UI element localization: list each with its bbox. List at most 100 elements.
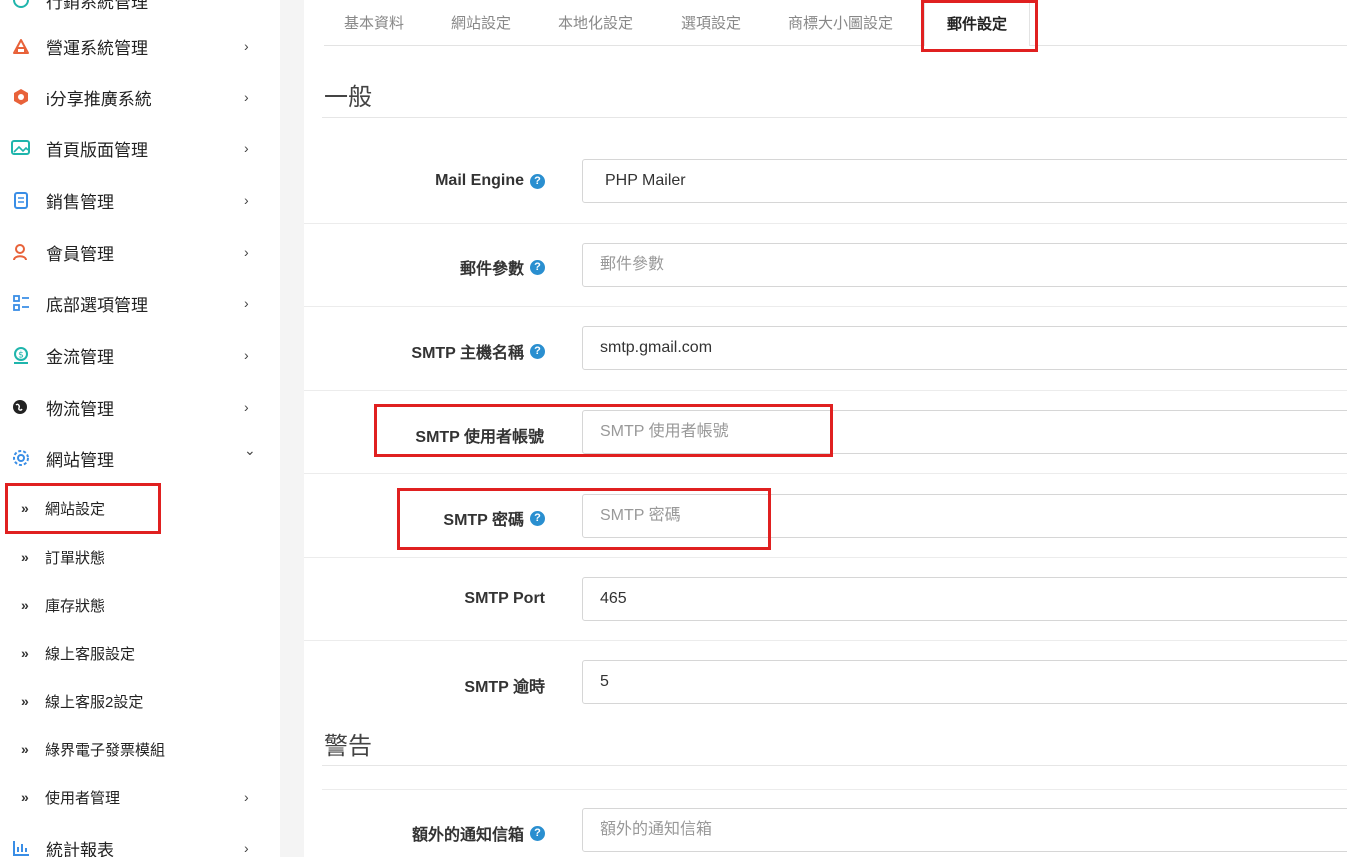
list-icon	[10, 292, 32, 314]
field-label-mail-params: 郵件參數 ?	[460, 255, 545, 279]
smtp-password-field[interactable]	[582, 494, 1347, 538]
sidebar-item-label: 底部選項管理	[46, 295, 148, 315]
svg-text:$: $	[18, 351, 24, 361]
chevron-down-icon: ⌄	[244, 442, 256, 458]
divider	[304, 557, 1347, 558]
smtp-host-field[interactable]	[582, 326, 1347, 370]
sidebar-item-website[interactable]: 網站管理 ⌄	[0, 436, 280, 480]
sidebar-item-label: 金流管理	[46, 347, 114, 367]
sidebar-item-label: i分享推廣系統	[46, 89, 152, 109]
sidebar-item-payments[interactable]: $ 金流管理 ›	[0, 333, 280, 377]
sidebar-item-label: 物流管理	[46, 399, 114, 419]
double-chevron-icon: »	[21, 500, 29, 516]
double-chevron-icon: »	[21, 597, 29, 613]
double-chevron-icon: »	[21, 549, 29, 565]
sidebar-subitem-label: 線上客服2設定	[45, 693, 144, 711]
gear-icon	[10, 447, 32, 469]
sidebar-item-members[interactable]: 會員管理 ›	[0, 230, 280, 274]
sidebar-item-marketing[interactable]: 行銷系統管理	[0, 0, 280, 22]
chevron-right-icon: ›	[244, 89, 249, 105]
divider	[322, 117, 1347, 118]
field-label-smtp-port: SMTP Port	[464, 590, 545, 607]
extra-alert-emails-field[interactable]	[582, 808, 1347, 852]
smtp-user-field[interactable]	[582, 410, 1347, 454]
main-content: 基本資料 網站設定 本地化設定 選項設定 商標大小圖設定 郵件設定 一般 Mai…	[304, 0, 1347, 857]
tab-localization[interactable]: 本地化設定	[558, 0, 633, 45]
divider	[304, 306, 1347, 307]
sidebar-item-label: 銷售管理	[46, 192, 114, 212]
help-icon[interactable]: ?	[530, 343, 545, 359]
tab-basic-info[interactable]: 基本資料	[344, 0, 404, 45]
tab-mail-settings[interactable]: 郵件設定	[924, 0, 1030, 46]
chevron-right-icon: ›	[244, 399, 249, 415]
sidebar-item-label: 網站管理	[46, 450, 114, 470]
help-icon[interactable]: ?	[530, 510, 545, 526]
help-icon[interactable]: ?	[530, 825, 545, 841]
smtp-timeout-field[interactable]	[582, 660, 1347, 704]
chevron-right-icon: ›	[244, 244, 249, 260]
divider	[322, 765, 1347, 766]
share-icon	[10, 86, 32, 108]
chevron-right-icon: ›	[244, 140, 249, 156]
chevron-right-icon: ›	[244, 347, 249, 363]
chevron-right-icon: ›	[244, 789, 249, 805]
sidebar-item-label: 營運系統管理	[46, 38, 148, 58]
sidebar-subitem-e-invoice[interactable]: » 綠界電子發票模組	[0, 729, 280, 769]
double-chevron-icon: »	[21, 741, 29, 757]
sidebar-item-label: 首頁版面管理	[46, 140, 148, 160]
sidebar-item-label: 行銷系統管理	[46, 0, 148, 12]
mail-engine-field[interactable]	[582, 159, 1347, 203]
sidebar-subitem-label: 使用者管理	[45, 789, 121, 807]
double-chevron-icon: »	[21, 789, 29, 805]
sidebar-item-sales[interactable]: 銷售管理 ›	[0, 178, 280, 222]
sidebar: 行銷系統管理 營運系統管理 › i分享推廣系統 › 首頁版面管理 › 銷售管理 …	[0, 0, 280, 857]
tab-options[interactable]: 選項設定	[681, 0, 741, 45]
sidebar-subitem-label: 庫存狀態	[45, 597, 106, 615]
sidebar-subitem-stock-status[interactable]: » 庫存狀態	[0, 585, 280, 625]
sidebar-subitem-user-management[interactable]: » 使用者管理 ›	[0, 777, 280, 817]
sidebar-subitem-live-support-2[interactable]: » 線上客服2設定	[0, 681, 280, 721]
field-label-mail-engine: Mail Engine ?	[435, 172, 545, 190]
divider	[304, 390, 1347, 391]
sidebar-subitem-site-settings[interactable]: » 網站設定	[0, 488, 280, 528]
divider	[304, 640, 1347, 641]
double-chevron-icon: »	[21, 693, 29, 709]
tab-site-settings[interactable]: 網站設定	[451, 0, 511, 45]
field-label-smtp-password: SMTP 密碼 ?	[443, 506, 545, 530]
section-title-warning: 警告	[324, 733, 372, 760]
help-icon[interactable]: ?	[530, 259, 545, 275]
sidebar-subitem-order-status[interactable]: » 訂單狀態	[0, 537, 280, 577]
sidebar-subitem-label: 網站設定	[45, 500, 106, 518]
double-chevron-icon: »	[21, 645, 29, 661]
smtp-port-field[interactable]	[582, 577, 1347, 621]
marketing-icon	[10, 0, 32, 11]
globe-icon	[10, 396, 32, 418]
sidebar-subitem-label: 訂單狀態	[45, 549, 106, 567]
chevron-right-icon: ›	[244, 840, 249, 856]
sidebar-item-logistics[interactable]: 物流管理 ›	[0, 385, 280, 429]
sidebar-divider	[280, 0, 304, 857]
money-icon: $	[10, 344, 32, 366]
divider	[304, 473, 1347, 474]
chevron-right-icon: ›	[244, 192, 249, 208]
bar-chart-icon	[10, 837, 32, 857]
divider	[304, 223, 1347, 224]
field-label-extra-alert-emails: 額外的通知信箱 ?	[412, 821, 545, 845]
sidebar-item-ishare[interactable]: i分享推廣系統 ›	[0, 75, 280, 119]
sidebar-item-homepage[interactable]: 首頁版面管理 ›	[0, 126, 280, 170]
tab-logo-images[interactable]: 商標大小圖設定	[788, 0, 893, 45]
sidebar-item-footer-options[interactable]: 底部選項管理 ›	[0, 281, 280, 325]
sidebar-item-operations[interactable]: 營運系統管理 ›	[0, 24, 280, 68]
clipboard-icon	[10, 189, 32, 211]
sidebar-item-label: 統計報表	[46, 840, 114, 857]
mail-params-field[interactable]	[582, 243, 1347, 287]
field-label-smtp-user: SMTP 使用者帳號	[415, 429, 544, 446]
sidebar-item-reports[interactable]: 統計報表 ›	[0, 826, 280, 857]
help-icon[interactable]: ?	[530, 173, 545, 189]
chevron-right-icon: ›	[244, 295, 249, 311]
operations-icon	[10, 35, 32, 57]
field-label-smtp-timeout: SMTP 逾時	[464, 679, 545, 696]
sidebar-subitem-label: 線上客服設定	[45, 645, 136, 663]
sidebar-item-label: 會員管理	[46, 244, 114, 264]
sidebar-subitem-live-support[interactable]: » 線上客服設定	[0, 633, 280, 673]
